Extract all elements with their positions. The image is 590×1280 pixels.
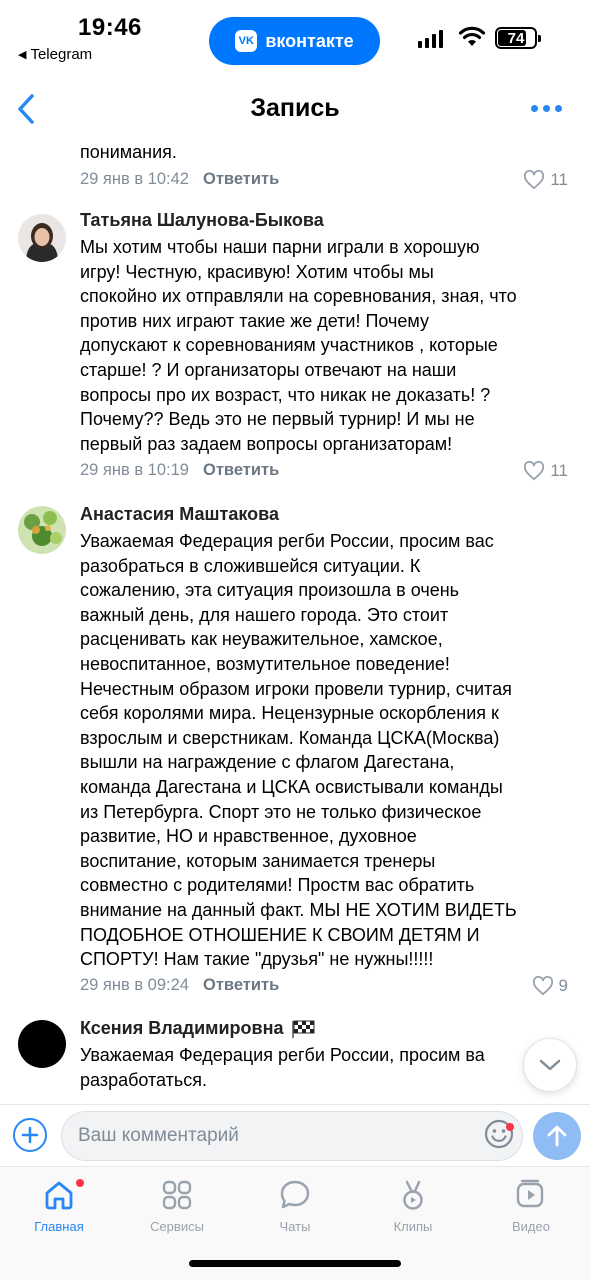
comment-date: 29 янв в 10:19 (80, 461, 189, 479)
tab-label: Клипы (393, 1219, 433, 1234)
like-button[interactable]: 11 (523, 461, 568, 481)
reply-button[interactable]: Ответить (203, 976, 279, 995)
send-button[interactable] (533, 1112, 581, 1160)
home-indicator[interactable] (189, 1260, 401, 1267)
back-triangle-icon: ◀ (18, 49, 27, 61)
avatar[interactable] (18, 1020, 66, 1068)
heart-icon (532, 976, 553, 996)
comment-author[interactable]: Ксения Владимировна (80, 1018, 315, 1039)
comment-author-name: Ксения Владимировна (80, 1018, 284, 1038)
navigation-bar: Запись (0, 80, 590, 138)
like-count: 9 (558, 976, 568, 995)
status-time: 19:46 (78, 14, 142, 41)
tab-chats[interactable]: Чаты (240, 1175, 350, 1234)
comment-input-placeholder: Ваш комментарий (78, 1125, 239, 1146)
comment-text: понимания. (80, 142, 177, 162)
checkered-flag-icon (292, 1020, 315, 1038)
tab-services[interactable]: Сервисы (122, 1175, 232, 1234)
like-count: 11 (550, 170, 568, 189)
avatar[interactable] (18, 214, 66, 262)
reply-button[interactable]: Ответить (203, 461, 279, 480)
tab-video[interactable]: Видео (476, 1175, 586, 1234)
video-icon (516, 1179, 544, 1208)
comments-feed[interactable]: понимания. 29 янв в 10:42 Ответить 11 Та… (0, 138, 590, 1104)
vk-pill-label: вконтакте (265, 30, 354, 51)
tab-home[interactable]: Главная (4, 1175, 114, 1234)
tab-label: Главная (34, 1219, 84, 1234)
comment-author[interactable]: Татьяна Шалунова-Быкова (80, 210, 324, 231)
heart-icon (524, 461, 545, 481)
services-icon (162, 1180, 192, 1210)
battery-percent: 74 (507, 29, 525, 47)
emoji-notification-dot (506, 1123, 514, 1131)
signal-icon (418, 30, 443, 48)
wifi-icon (458, 26, 486, 46)
comment-date: 29 янв в 10:42 (80, 170, 189, 188)
scroll-down-button[interactable] (523, 1038, 577, 1092)
back-to-app-link[interactable]: ◀ Telegram (18, 46, 92, 63)
comment-date: 29 янв в 09:24 (80, 976, 189, 994)
home-icon (45, 1181, 73, 1210)
reply-button[interactable]: Ответить (203, 170, 279, 189)
comment-text: Мы хотим чтобы наши парни играли в хорош… (80, 237, 517, 454)
comment-author[interactable]: Анастасия Маштакова (80, 504, 279, 525)
more-options-icon[interactable] (531, 105, 562, 112)
chats-icon (280, 1180, 310, 1209)
like-count: 11 (550, 461, 568, 480)
tab-label: Чаты (279, 1219, 311, 1234)
comment-input[interactable]: Ваш комментарий (61, 1111, 523, 1161)
page-title: Запись (250, 94, 340, 122)
like-button[interactable]: 11 (523, 170, 568, 190)
battery-icon: 74 (495, 27, 541, 49)
back-app-label: Telegram (30, 46, 93, 63)
arrow-up-icon (547, 1125, 567, 1147)
clips-icon (403, 1180, 423, 1210)
plus-icon (21, 1126, 39, 1144)
chevron-down-icon (539, 1059, 561, 1071)
home-notification-dot (76, 1179, 84, 1187)
vk-logo-icon: VK (235, 30, 258, 52)
add-attachment-button[interactable] (13, 1118, 47, 1152)
comment-text: Уважаемая Федерация регби России, просим… (80, 1045, 485, 1090)
heart-icon (524, 170, 545, 190)
status-bar: 19:46 ◀ Telegram VK вконтакте 74 (0, 0, 590, 78)
like-button[interactable]: 9 (532, 976, 568, 996)
tab-label: Видео (512, 1219, 550, 1234)
vk-app-pill[interactable]: VK вконтакте (209, 17, 380, 65)
avatar[interactable] (18, 506, 66, 554)
tab-label: Сервисы (150, 1219, 204, 1234)
comment-composer: Ваш комментарий (0, 1104, 590, 1166)
tab-clips[interactable]: Клипы (358, 1175, 468, 1234)
comment-text: Уважаемая Федерация регби России, просим… (80, 531, 517, 970)
